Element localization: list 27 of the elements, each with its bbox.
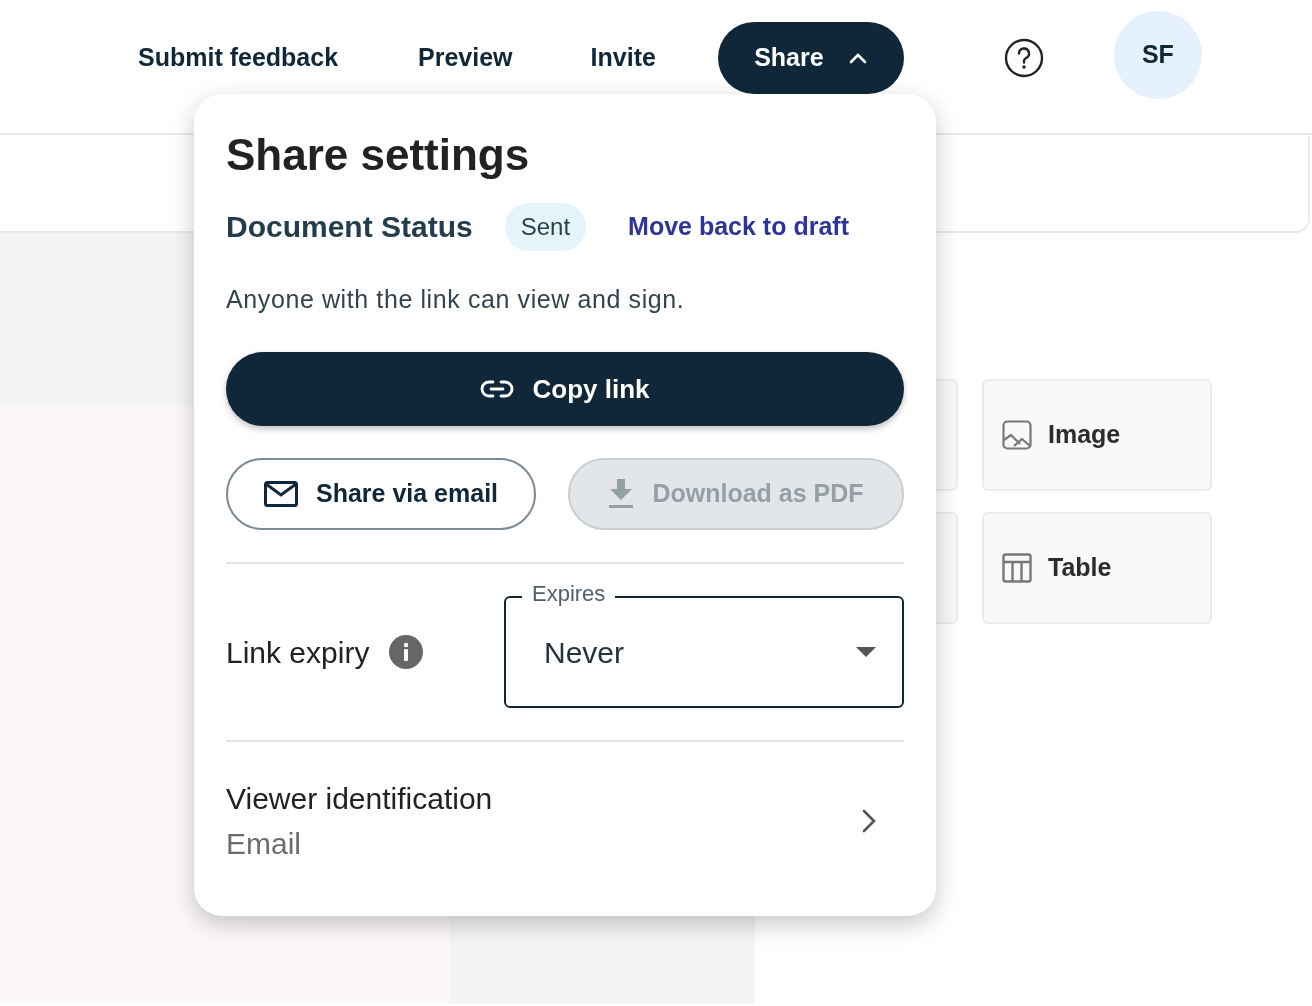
link-icon <box>480 379 515 400</box>
status-badge: Sent <box>504 202 587 251</box>
download-icon <box>608 479 635 510</box>
chevron-right-icon <box>862 809 876 834</box>
description-text: Anyone with the link can view and sign. <box>226 283 686 315</box>
table-icon <box>1002 553 1032 583</box>
status-label: Document Status <box>226 209 473 246</box>
popup-title: Share settings <box>226 130 531 181</box>
header-link[interactable]: Invite <box>590 38 656 77</box>
header-link[interactable]: Submit feedback <box>138 38 339 77</box>
insert-tile[interactable]: Image <box>982 379 1212 491</box>
envelope-icon <box>263 481 298 508</box>
viewer-value: Email <box>226 826 302 863</box>
copy-link-button[interactable]: Copy link <box>226 352 904 427</box>
draft-link[interactable]: Move back to draft <box>628 207 849 246</box>
share-email-button[interactable]: Share via email <box>226 458 536 531</box>
share-button[interactable]: Share <box>717 21 904 94</box>
viewer-label: Viewer identification <box>226 781 493 818</box>
info-icon <box>389 635 424 670</box>
help-icon[interactable] <box>1003 37 1044 78</box>
viewer-identification-row[interactable]: Viewer identification Email <box>226 776 904 867</box>
insert-tile[interactable]: Table <box>982 512 1212 624</box>
user-avatar[interactable]: SF <box>1113 10 1202 99</box>
dropdown-caret-icon <box>856 647 876 658</box>
image-icon <box>1002 420 1032 450</box>
expiry-label: Link expiry <box>226 634 370 671</box>
header-link[interactable]: Preview <box>418 38 513 77</box>
